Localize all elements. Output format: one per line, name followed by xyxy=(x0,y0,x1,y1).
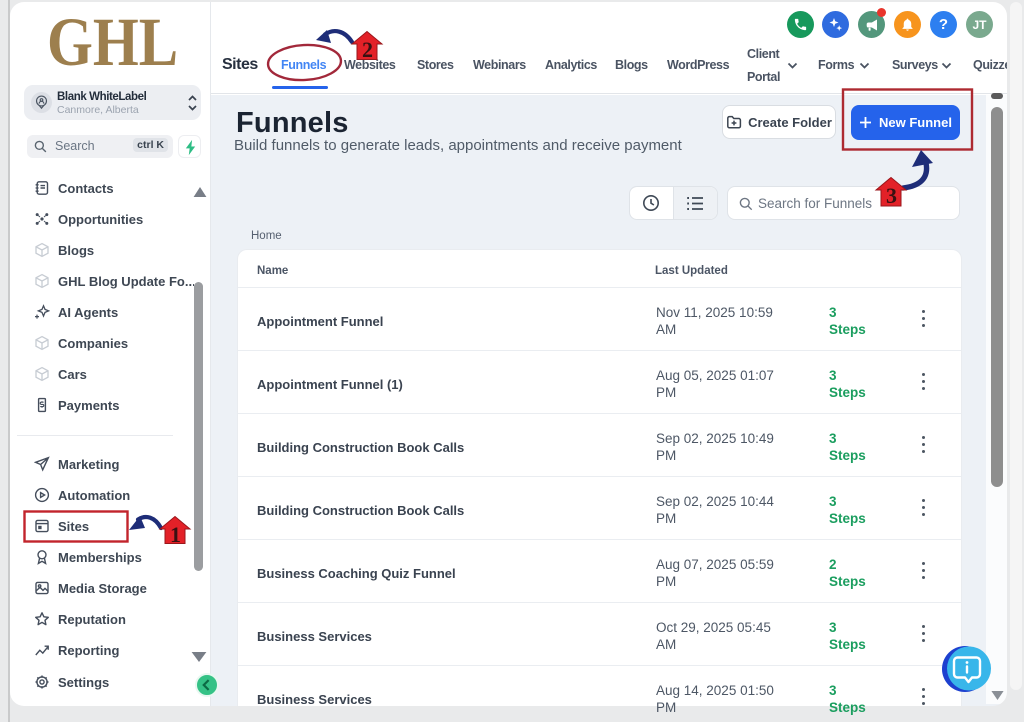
svg-text:2: 2 xyxy=(362,37,373,62)
svg-text:1: 1 xyxy=(170,522,181,547)
svg-text:3: 3 xyxy=(886,183,897,208)
